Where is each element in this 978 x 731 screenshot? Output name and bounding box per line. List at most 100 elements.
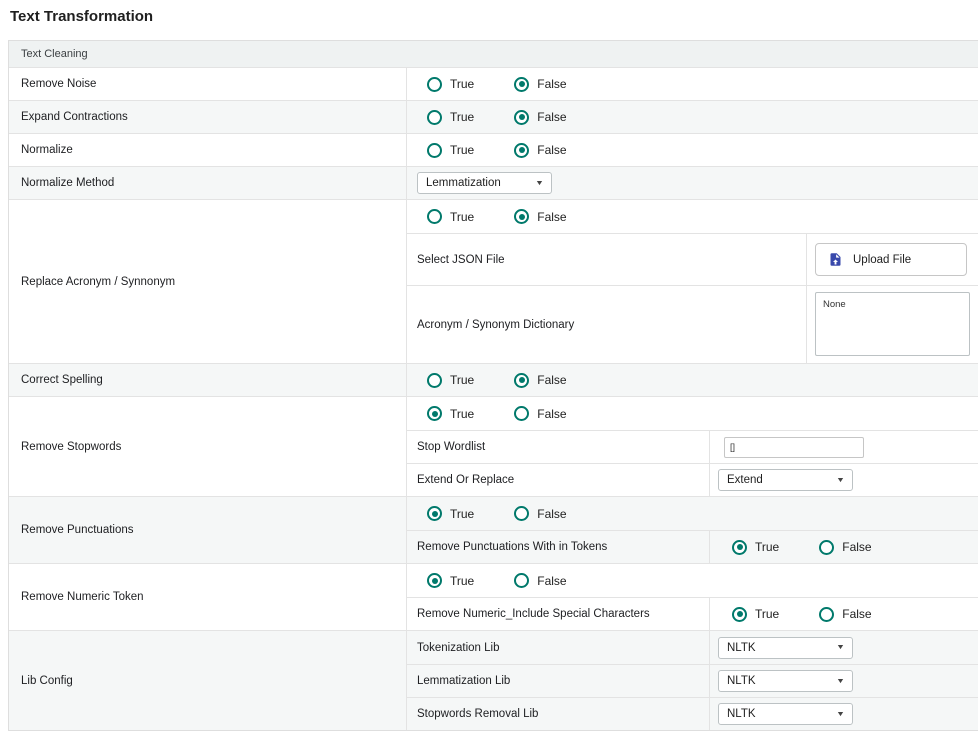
caret-down-icon: ▼ <box>836 477 845 484</box>
stopwords-removal-lib-dropdown[interactable]: NLTK ▼ <box>718 703 853 725</box>
radio-label: False <box>537 210 566 224</box>
field-label: Remove Noise <box>9 68 407 100</box>
radio-label: True <box>450 574 474 588</box>
field-label: Remove Punctuations <box>9 497 407 563</box>
radio-label: True <box>450 407 474 421</box>
radio-option-false[interactable]: False <box>514 77 566 92</box>
lemmatization-lib-dropdown[interactable]: NLTK ▼ <box>718 670 853 692</box>
caret-down-icon: ▼ <box>836 678 845 685</box>
radio-label: False <box>537 77 566 91</box>
replace-acronym-radio-group: True False <box>407 209 567 224</box>
radio-option-true[interactable]: True <box>427 406 474 421</box>
expand-contractions-radio-group: True False <box>407 110 567 125</box>
subrow-extend-or-replace: Extend Or Replace Extend ▼ <box>407 463 978 496</box>
radio-unchecked-icon <box>819 607 834 622</box>
upload-file-button[interactable]: Upload File <box>815 243 967 276</box>
row-correct-spelling: Correct Spelling True False <box>9 363 978 396</box>
subfield-label: Tokenization Lib <box>407 631 710 664</box>
radio-unchecked-icon <box>514 406 529 421</box>
subrow-stop-wordlist: Stop Wordlist [] <box>407 430 978 463</box>
radio-option-false[interactable]: False <box>514 373 566 388</box>
radio-checked-icon <box>514 110 529 125</box>
radio-label: True <box>450 143 474 157</box>
radio-option-true[interactable]: True <box>427 110 474 125</box>
radio-checked-icon <box>514 373 529 388</box>
row-remove-numeric-token: Remove Numeric Token True False Remove N… <box>9 563 978 630</box>
dropdown-value: Extend <box>727 474 763 486</box>
numeric-include-special-radio-group: True False <box>718 607 872 622</box>
radio-unchecked-icon <box>514 573 529 588</box>
radio-unchecked-icon <box>427 373 442 388</box>
subrow-numeric-include-special: Remove Numeric_Include Special Character… <box>407 597 978 630</box>
row-replace-acronym: Replace Acronym / Synnonym True False Se… <box>9 199 978 363</box>
radio-checked-icon <box>514 209 529 224</box>
radio-option-false[interactable]: False <box>514 110 566 125</box>
radio-label: True <box>450 373 474 387</box>
radio-checked-icon <box>514 143 529 158</box>
caret-down-icon: ▼ <box>836 644 845 651</box>
field-label: Replace Acronym / Synnonym <box>9 200 407 363</box>
radio-option-false[interactable]: False <box>514 573 566 588</box>
subrow-acronym-dictionary: Acronym / Synonym Dictionary None <box>407 285 978 363</box>
remove-noise-radio-group: True False <box>407 77 567 92</box>
field-label: Correct Spelling <box>9 364 407 396</box>
radio-option-false[interactable]: False <box>514 143 566 158</box>
dropdown-value: NLTK <box>727 708 756 720</box>
radio-option-false[interactable]: False <box>514 209 566 224</box>
upload-file-icon <box>828 251 843 268</box>
radio-label: False <box>537 110 566 124</box>
field-label: Normalize <box>9 134 407 166</box>
radio-unchecked-icon <box>427 143 442 158</box>
radio-option-true[interactable]: True <box>427 77 474 92</box>
subfield-label: Lemmatization Lib <box>407 665 710 697</box>
row-normalize: Normalize True False <box>9 133 978 166</box>
radio-unchecked-icon <box>427 209 442 224</box>
normalize-method-dropdown[interactable]: Lemmatization ▼ <box>417 172 552 194</box>
subfield-label: Select JSON File <box>407 234 807 285</box>
field-label: Remove Stopwords <box>9 397 407 496</box>
upload-file-label: Upload File <box>853 254 911 266</box>
caret-down-icon: ▼ <box>535 180 544 187</box>
radio-option-false[interactable]: False <box>514 506 566 521</box>
acronym-dictionary-textarea[interactable]: None <box>815 292 970 356</box>
subrow-stopwords-removal-lib: Stopwords Removal Lib NLTK ▼ <box>407 697 978 730</box>
tokenization-lib-dropdown[interactable]: NLTK ▼ <box>718 637 853 659</box>
field-label: Remove Numeric Token <box>9 564 407 630</box>
radio-label: True <box>450 507 474 521</box>
subfield-label: Acronym / Synonym Dictionary <box>407 286 807 363</box>
subrow-select-json-file: Select JSON File Upload File <box>407 233 978 285</box>
radio-option-true[interactable]: True <box>732 607 779 622</box>
radio-option-false[interactable]: False <box>514 406 566 421</box>
row-remove-noise: Remove Noise True False <box>9 67 978 100</box>
row-expand-contractions: Expand Contractions True False <box>9 100 978 133</box>
radio-option-true[interactable]: True <box>732 540 779 555</box>
subrow-lemmatization-lib: Lemmatization Lib NLTK ▼ <box>407 664 978 697</box>
radio-checked-icon <box>427 573 442 588</box>
radio-checked-icon <box>427 506 442 521</box>
field-label: Normalize Method <box>9 167 407 199</box>
radio-label: False <box>842 540 871 554</box>
radio-option-false[interactable]: False <box>819 540 871 555</box>
row-lib-config: Lib Config Tokenization Lib NLTK ▼ Lemma… <box>9 630 978 730</box>
remove-stopwords-radio-group: True False <box>407 406 567 421</box>
subrow-tokenization-lib: Tokenization Lib NLTK ▼ <box>407 631 978 664</box>
radio-label: False <box>537 373 566 387</box>
extend-or-replace-dropdown[interactable]: Extend ▼ <box>718 469 853 491</box>
radio-option-true[interactable]: True <box>427 573 474 588</box>
radio-label: False <box>537 143 566 157</box>
radio-option-true[interactable]: True <box>427 373 474 388</box>
radio-option-true[interactable]: True <box>427 506 474 521</box>
radio-option-false[interactable]: False <box>819 607 871 622</box>
row-remove-stopwords: Remove Stopwords True False Stop Wordlis… <box>9 396 978 496</box>
page-title: Text Transformation <box>10 8 153 25</box>
radio-label: True <box>755 540 779 554</box>
radio-option-true[interactable]: True <box>427 143 474 158</box>
radio-option-true[interactable]: True <box>427 209 474 224</box>
subfield-label: Remove Numeric_Include Special Character… <box>407 598 710 630</box>
radio-unchecked-icon <box>427 110 442 125</box>
radio-checked-icon <box>732 607 747 622</box>
remove-punctuations-radio-group: True False <box>407 506 567 521</box>
dropdown-value: Lemmatization <box>426 177 501 189</box>
stop-wordlist-input[interactable]: [] <box>724 437 864 458</box>
dropdown-value: NLTK <box>727 675 756 687</box>
